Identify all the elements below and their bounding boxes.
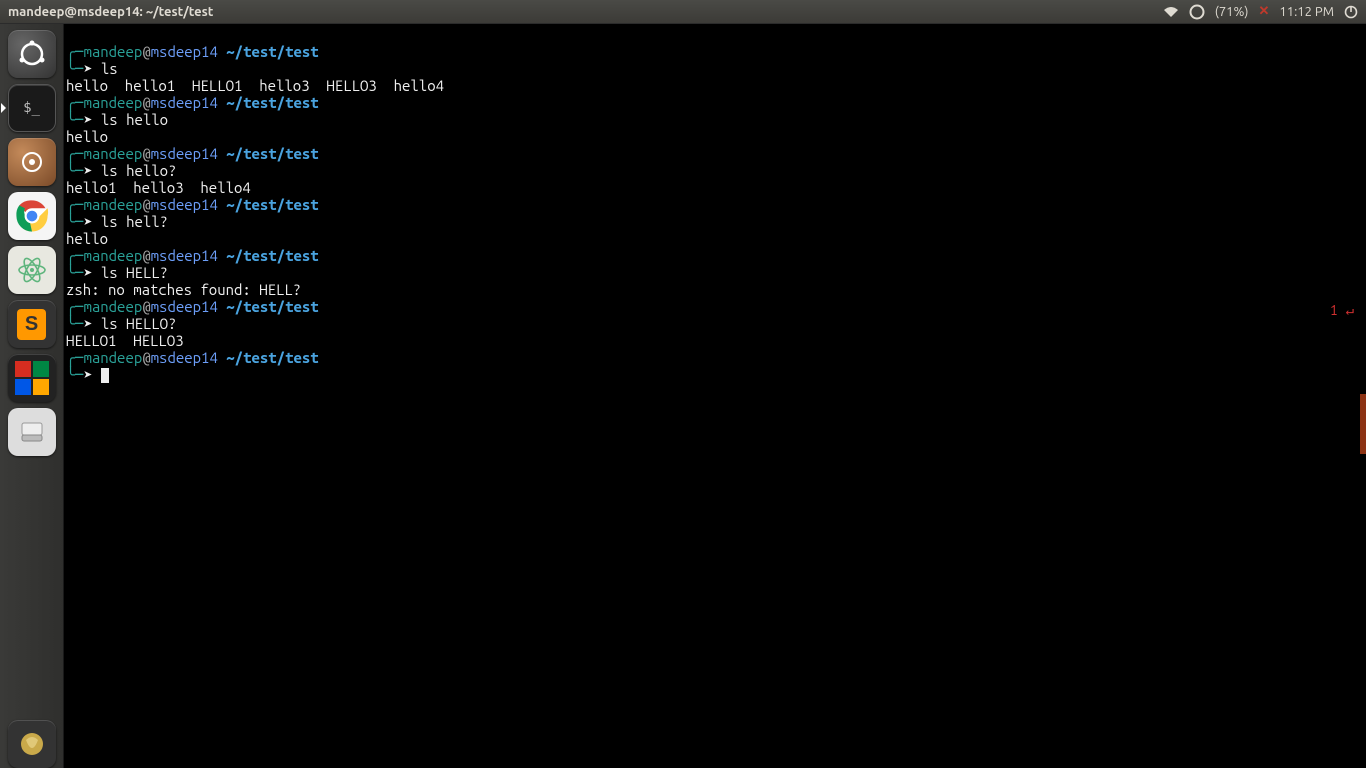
cursor	[101, 368, 109, 383]
command-line[interactable]: ╰─➤	[66, 366, 1364, 383]
prompt-line: ╭─mandeep@msdeep14 ~/test/test	[66, 247, 1364, 264]
output-line: HELLO1 HELLO3	[66, 332, 1364, 349]
close-session-icon[interactable]: ✕	[1259, 4, 1270, 19]
launcher-dash[interactable]	[8, 30, 56, 78]
terminal[interactable]: ╭─mandeep@msdeep14 ~/test/test╰─➤ lshell…	[64, 24, 1366, 768]
launcher-terminal[interactable]: $_	[8, 84, 56, 132]
clock: 11:12 PM	[1279, 5, 1334, 19]
output-line: zsh: no matches found: HELL?	[66, 281, 1364, 298]
menubar: mandeep@msdeep14: ~/test/test (71%) ✕ 11…	[0, 0, 1366, 24]
prompt-line: ╭─mandeep@msdeep14 ~/test/test	[66, 43, 1364, 60]
wifi-icon[interactable]	[1163, 6, 1179, 18]
prompt-line: ╭─mandeep@msdeep14 ~/test/test	[66, 145, 1364, 162]
prompt-line: ╭─mandeep@msdeep14 ~/test/test	[66, 349, 1364, 366]
command-line: ╰─➤ ls hello	[66, 111, 1364, 128]
launcher-atom[interactable]	[8, 246, 56, 294]
launcher-windows-apps[interactable]	[8, 354, 56, 402]
scrollbar[interactable]	[1360, 394, 1366, 454]
launcher-trash[interactable]	[8, 720, 56, 768]
launcher-chrome[interactable]	[8, 192, 56, 240]
command-line: ╰─➤ ls HELLO?	[66, 315, 1364, 332]
power-icon[interactable]	[1344, 5, 1358, 19]
launcher-files[interactable]	[8, 408, 56, 456]
system-tray: (71%) ✕ 11:12 PM	[1163, 4, 1358, 20]
main-area: $_ S ╭─mandeep@msdeep14 ~/test/test╰─➤ l…	[0, 24, 1366, 768]
window-title: mandeep@msdeep14: ~/test/test	[8, 5, 213, 19]
command-line: ╰─➤ ls	[66, 60, 1364, 77]
command-line: ╰─➤ ls hell?	[66, 213, 1364, 230]
launcher-sublime[interactable]: S	[8, 300, 56, 348]
output-line: hello hello1 HELLO1 hello3 HELLO3 hello4	[66, 77, 1364, 94]
battery-circle-icon[interactable]	[1189, 4, 1205, 20]
prompt-line: ╭─mandeep@msdeep14 ~/test/test	[66, 298, 1364, 315]
prompt-line: ╭─mandeep@msdeep14 ~/test/test	[66, 196, 1364, 213]
command-line: ╰─➤ ls hello?	[66, 162, 1364, 179]
prompt-line: ╭─mandeep@msdeep14 ~/test/test	[66, 94, 1364, 111]
output-line: hello	[66, 230, 1364, 247]
output-line: hello1 hello3 hello4	[66, 179, 1364, 196]
output-line: hello	[66, 128, 1364, 145]
command-line: ╰─➤ ls HELL?	[66, 264, 1364, 281]
error-indicator: 1 ↵	[1330, 302, 1354, 319]
launcher-settings[interactable]	[8, 138, 56, 186]
launcher: $_ S	[0, 24, 64, 768]
battery-percent: (71%)	[1215, 5, 1249, 19]
